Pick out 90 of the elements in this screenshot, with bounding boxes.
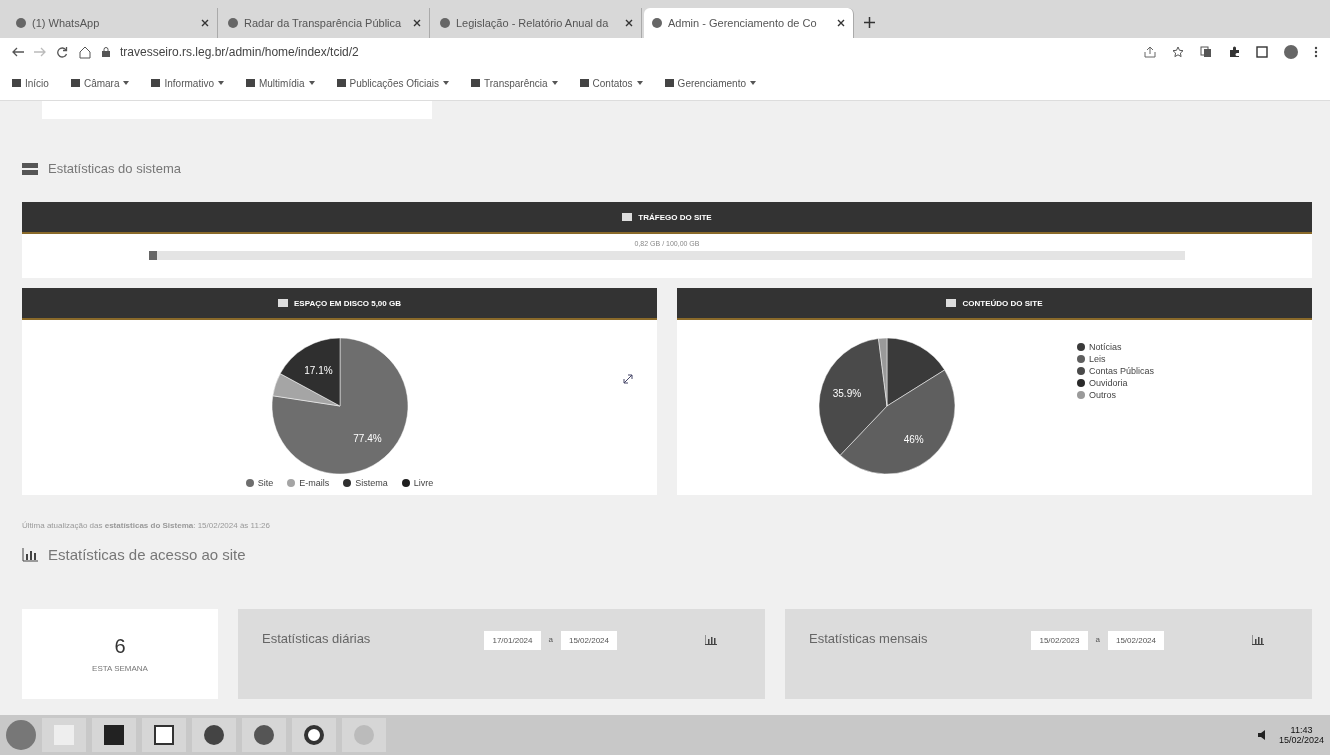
legend-item: Site: [245, 478, 274, 488]
caret-icon: [123, 81, 130, 85]
slice-label: 77.4%: [352, 432, 382, 444]
menu-item-icon: [70, 79, 80, 87]
sidebar-icon[interactable]: [1256, 46, 1268, 58]
menu-icon[interactable]: [1314, 46, 1318, 58]
favicon-icon: [652, 18, 662, 28]
taskbar-button[interactable]: [292, 718, 336, 752]
legend-item: Livre: [401, 478, 434, 488]
caret-icon: [750, 81, 756, 85]
date-separator: a: [1095, 634, 1100, 644]
caret-icon: [308, 81, 315, 85]
browser-tab[interactable]: Radar da Transparência Pública: [220, 8, 430, 38]
close-icon[interactable]: [837, 19, 845, 27]
date-separator: a: [548, 634, 553, 644]
avatar-icon[interactable]: [1284, 45, 1298, 59]
stats-title: Estatísticas diárias: [262, 631, 371, 646]
legend-item: Sistema: [343, 478, 388, 488]
clock-date: 15/02/2024: [1278, 735, 1324, 745]
date-field[interactable]: 17/01/2024: [484, 631, 541, 650]
favicon-icon: [16, 18, 26, 28]
menu-item-icon: [471, 79, 480, 87]
section-title: Estatísticas do sistema: [48, 161, 181, 176]
close-icon[interactable]: [625, 19, 633, 27]
week-count: 6: [114, 635, 126, 658]
nav-menu-item[interactable]: Multimídia: [245, 77, 315, 89]
resize-icon[interactable]: [623, 374, 633, 384]
new-tab-icon[interactable]: [864, 17, 875, 28]
slice-label: 35.9%: [832, 387, 862, 399]
share-icon[interactable]: [1144, 46, 1156, 58]
slice-label: 17.1%: [303, 364, 333, 376]
nav-menu-item[interactable]: Transparência: [471, 77, 558, 89]
start-button[interactable]: [6, 720, 36, 750]
legend-item: E-mails: [287, 478, 330, 488]
back-icon[interactable]: [12, 47, 24, 57]
legend-item: Ouvidoria: [1077, 378, 1155, 388]
menu-item-icon: [579, 79, 589, 87]
nav-menu-item[interactable]: Publicações Oficiais: [336, 77, 449, 89]
stats-title: Estatísticas mensais: [809, 631, 928, 646]
favicon-icon: [440, 18, 450, 28]
legend-item: Outros: [1077, 390, 1155, 400]
server-icon: [22, 162, 38, 175]
nav-menu-item[interactable]: Gerenciamento: [664, 77, 756, 89]
nav-menu-item[interactable]: Informativo: [151, 77, 224, 89]
home-icon[interactable]: [78, 45, 92, 59]
favicon-icon: [228, 18, 238, 28]
menu-item-icon: [151, 79, 161, 87]
reload-icon[interactable]: [56, 46, 68, 58]
taskbar-button[interactable]: [92, 718, 136, 752]
date-field[interactable]: 15/02/2023: [1031, 631, 1088, 650]
close-icon[interactable]: [201, 19, 209, 27]
caret-icon: [443, 81, 449, 85]
bar-chart-icon[interactable]: [1252, 635, 1264, 645]
panel-title: ESPAÇO EM DISCO 5,00 GB: [294, 298, 401, 308]
url-field[interactable]: travesseiro.rs.leg.br/admin/home/index/tcid/2: [120, 45, 1134, 59]
nav-menu-item[interactable]: Câmara: [70, 77, 130, 89]
puzzle-icon[interactable]: [1228, 46, 1240, 58]
bar-chart-icon[interactable]: [705, 635, 717, 645]
legend-item: Leis: [1077, 354, 1155, 364]
taskbar-button[interactable]: [192, 718, 236, 752]
clock-time: 11:43: [1290, 725, 1313, 735]
nav-menu-item[interactable]: Início: [12, 77, 49, 89]
clock[interactable]: 11:43 15/02/2024: [1278, 725, 1324, 745]
slice-label: 46%: [903, 433, 924, 445]
lock-icon: [102, 47, 110, 57]
caret-icon: [636, 81, 643, 85]
menu-item-icon: [336, 79, 346, 87]
legend-item: Contas Públicas: [1077, 366, 1155, 376]
menu-item-icon: [12, 79, 21, 87]
panel-title: CONTEÚDO DO SITE: [962, 298, 1043, 308]
menu-item-icon: [245, 79, 255, 87]
week-label: ESTA SEMANA: [92, 664, 148, 673]
date-field[interactable]: 15/02/2024: [560, 631, 617, 650]
caret-icon: [551, 81, 558, 85]
date-field[interactable]: 15/02/2024: [1107, 631, 1164, 650]
last-update-note: Última atualização das estatísticas do Sistema: 15/02/2024 às 11:26: [22, 521, 271, 530]
copy-icon[interactable]: [1200, 46, 1212, 58]
star-icon[interactable]: [1172, 46, 1184, 58]
menu-item-icon: [664, 79, 674, 87]
browser-tab[interactable]: Admin - Gerenciamento de Co: [644, 8, 854, 38]
bar-chart-icon: [22, 547, 38, 562]
browser-tab[interactable]: Legislação - Relatório Anual da: [432, 8, 642, 38]
legend-item: Notícias: [1077, 342, 1155, 352]
nav-menu-item[interactable]: Contatos: [579, 77, 643, 89]
section-title: Estatísticas de acesso ao site: [48, 546, 246, 563]
panel-title: TRÁFEGO DO SITE: [638, 212, 712, 222]
close-icon[interactable]: [413, 19, 421, 27]
browser-tab[interactable]: (1) WhatsApp: [8, 8, 218, 38]
taskbar-button[interactable]: [142, 718, 186, 752]
caret-icon: [217, 81, 224, 85]
